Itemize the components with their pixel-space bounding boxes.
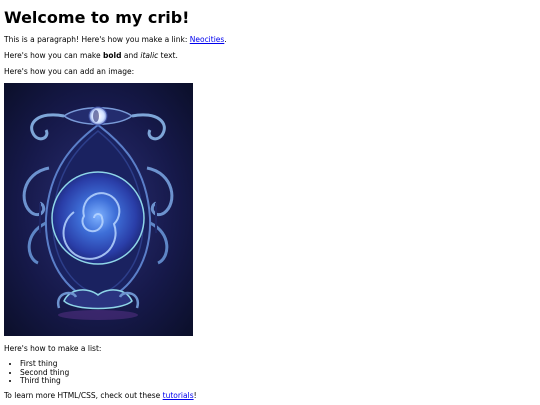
tutorials-prefix: To learn more HTML/CSS, check out these bbox=[4, 390, 163, 400]
list-item: First thing bbox=[20, 359, 536, 369]
format-middle: and bbox=[121, 51, 141, 60]
paragraph-tutorials: To learn more HTML/CSS, check out these … bbox=[4, 391, 536, 401]
paragraph-link-suffix: . bbox=[224, 35, 227, 44]
paragraph-link: This is a paragraph! Here's how you make… bbox=[4, 35, 536, 45]
example-list: First thing Second thing Third thing bbox=[4, 359, 536, 386]
format-prefix: Here's how you can make bbox=[4, 51, 103, 60]
paragraph-image: Here's how you can add an image: bbox=[4, 67, 135, 76]
list-item: Second thing bbox=[20, 368, 536, 378]
tutorials-link[interactable]: tutorials bbox=[163, 391, 194, 400]
list-item: Third thing bbox=[20, 376, 536, 386]
mystic-orb-illustration bbox=[4, 83, 193, 336]
page-content: Welcome to my crib! This is a paragraph!… bbox=[4, 0, 536, 401]
paragraph-link-prefix: This is a paragraph! Here's how you make… bbox=[4, 35, 190, 44]
page-title: Welcome to my crib! bbox=[4, 8, 190, 27]
format-suffix: text. bbox=[158, 51, 178, 60]
italic-text: italic bbox=[140, 51, 159, 60]
tutorials-suffix: ! bbox=[193, 390, 197, 400]
bold-text: bold bbox=[103, 51, 122, 60]
neocities-link[interactable]: Neocities bbox=[190, 35, 225, 44]
paragraph-format: Here's how you can make bold and italic … bbox=[4, 51, 536, 61]
paragraph-list: Here's how to make a list: bbox=[4, 344, 102, 353]
